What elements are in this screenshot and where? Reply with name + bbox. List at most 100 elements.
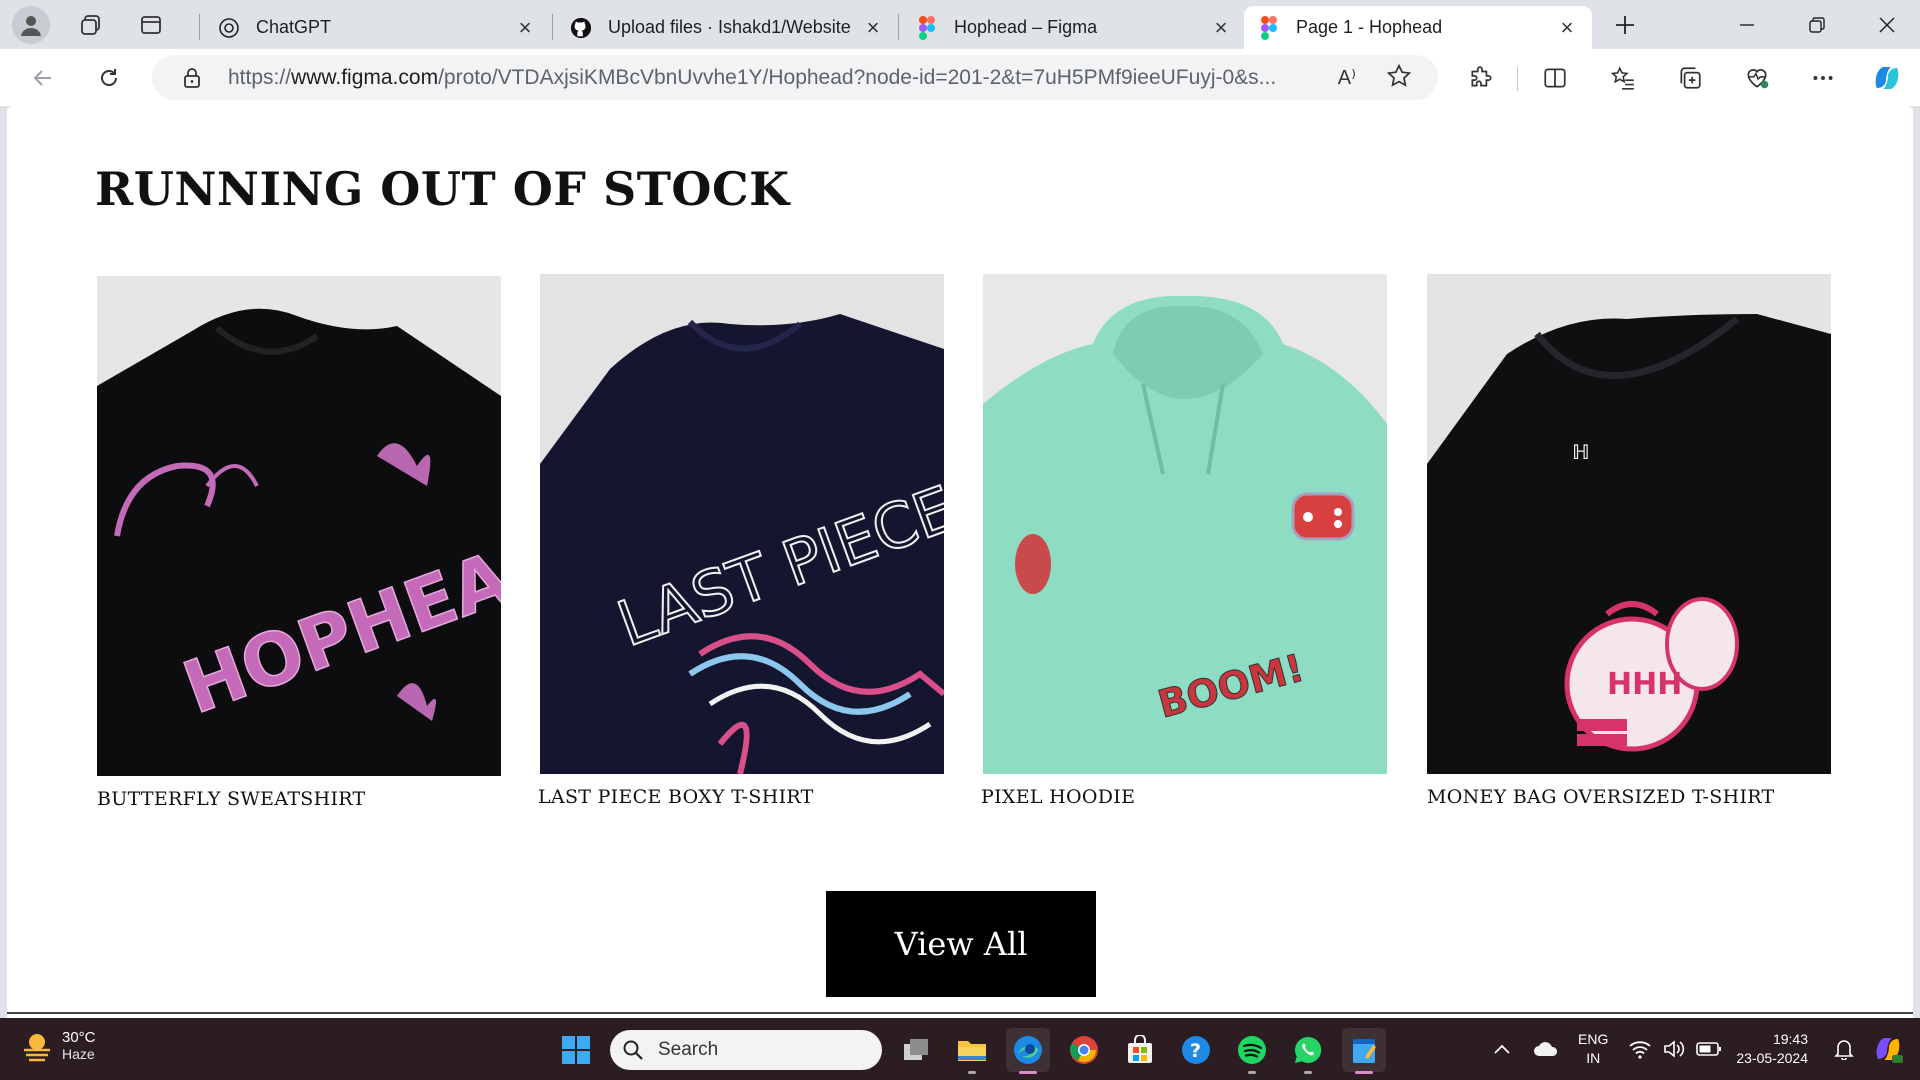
- clock[interactable]: 19:43 23-05-2024: [1736, 1030, 1808, 1068]
- svg-text:?: ?: [1190, 1040, 1201, 1062]
- volume-icon: [1664, 1040, 1685, 1058]
- minimize-button[interactable]: [1720, 6, 1774, 44]
- section-title: RUNNING OUT OF STOCK: [95, 162, 790, 216]
- product-card[interactable]: ℍ HHH MONEY BAG OVERSIZED T-SHIRT: [1427, 274, 1831, 808]
- language-indicator[interactable]: ENG IN: [1578, 1030, 1608, 1068]
- start-button[interactable]: [554, 1028, 598, 1072]
- chrome-button[interactable]: [1062, 1028, 1106, 1072]
- tab-github[interactable]: Upload files · Ishakd1/Website ×: [556, 6, 898, 49]
- read-aloud-icon[interactable]: A⁾: [1338, 65, 1356, 90]
- tab-title: Upload files · Ishakd1/Website: [608, 17, 851, 37]
- url-domain: www.figma.com: [291, 65, 439, 89]
- product-card[interactable]: BOOM! PIXEL HOODIE: [981, 274, 1387, 808]
- profile-icon: [21, 16, 41, 36]
- spotify-button[interactable]: [1230, 1028, 1274, 1074]
- restore-icon: [1809, 17, 1825, 33]
- notepad-icon: [1353, 1039, 1376, 1063]
- split-screen-button[interactable]: [1536, 59, 1574, 97]
- tab-chatgpt[interactable]: ChatGPT ×: [204, 6, 550, 49]
- task-view-button[interactable]: [894, 1028, 938, 1072]
- product-name[interactable]: PIXEL HOODIE: [981, 786, 1387, 808]
- close-icon[interactable]: ×: [862, 16, 884, 39]
- product-image-money-bag-oversized-tshirt[interactable]: ℍ HHH: [1427, 274, 1831, 774]
- favorite-star-icon[interactable]: [1386, 63, 1412, 94]
- product-image-last-piece-boxy-tshirt[interactable]: LAST PIECE: [540, 274, 944, 774]
- copilot-icon: [1875, 67, 1899, 89]
- tab-separator: [552, 14, 553, 40]
- url-prefix: https://: [228, 65, 292, 89]
- product-image-butterfly-sweatshirt[interactable]: HOPHEAD: [97, 276, 501, 776]
- close-icon[interactable]: ×: [514, 16, 536, 39]
- search-icon: [623, 1040, 643, 1060]
- battery-icon: [1696, 1042, 1722, 1056]
- tab-title: ChatGPT: [256, 17, 332, 37]
- windows-taskbar: 30°C Haze Search ? ENG IN 19:43 23-05-20…: [0, 1018, 1920, 1080]
- quick-settings-button[interactable]: [1628, 1039, 1722, 1059]
- taskbar-search-box[interactable]: Search: [610, 1030, 882, 1070]
- microsoft-store-button[interactable]: [1118, 1028, 1162, 1072]
- product-card[interactable]: LAST PIECE LAST PIECE BOXY T-SHIRT: [538, 274, 944, 808]
- product-name[interactable]: LAST PIECE BOXY T-SHIRT: [538, 786, 944, 808]
- notifications-button[interactable]: [1822, 1027, 1866, 1071]
- onedrive-button[interactable]: [1524, 1027, 1568, 1071]
- settings-more-button[interactable]: [1804, 59, 1842, 97]
- browser-toolbar: https://www.figma.com/proto/VTDAxjsiKMBc…: [0, 49, 1920, 106]
- divider-line: [7, 1012, 1913, 1014]
- close-icon: [1879, 17, 1895, 33]
- cloud-icon: [1534, 1042, 1558, 1056]
- favorites-button[interactable]: [1604, 59, 1642, 97]
- minimize-icon: [1740, 24, 1754, 26]
- back-button[interactable]: [24, 59, 62, 97]
- product-name[interactable]: BUTTERFLY SWEATSHIRT: [97, 788, 501, 810]
- split-screen-icon: [1544, 68, 1566, 88]
- copilot-button[interactable]: [1868, 59, 1906, 97]
- browser-tab-strip: ChatGPT × Upload files · Ishakd1/Website…: [0, 0, 1920, 49]
- puzzle-icon: [1471, 66, 1492, 87]
- weather-widget[interactable]: 30°C Haze: [20, 1028, 96, 1062]
- copilot-taskbar-button[interactable]: [1866, 1027, 1910, 1071]
- clock-date: 23-05-2024: [1736, 1050, 1808, 1066]
- url-text[interactable]: https://www.figma.com/proto/VTDAxjsiKMBc…: [228, 66, 1308, 90]
- lock-icon[interactable]: [180, 67, 204, 89]
- tab-actions-button[interactable]: [132, 6, 170, 44]
- vertical-tabs-icon: [141, 16, 161, 34]
- collections-button[interactable]: [1671, 59, 1709, 97]
- edge-browser-button[interactable]: [1006, 1028, 1050, 1074]
- new-tab-button[interactable]: [1598, 6, 1652, 44]
- tab-hophead-figma[interactable]: Hophead – Figma ×: [902, 6, 1246, 49]
- figma-icon: [1258, 15, 1280, 40]
- browser-essentials-button[interactable]: [1738, 59, 1776, 97]
- whatsapp-button[interactable]: [1286, 1028, 1330, 1074]
- product-image-pixel-hoodie[interactable]: BOOM!: [983, 274, 1387, 774]
- toolbar-divider: [1517, 67, 1518, 91]
- tab-page1-hophead[interactable]: Page 1 - Hophead ×: [1244, 6, 1592, 49]
- profile-avatar[interactable]: [12, 6, 50, 44]
- chevron-up-icon: [1494, 1044, 1510, 1054]
- restore-button[interactable]: [1790, 6, 1844, 44]
- refresh-icon: [101, 69, 117, 86]
- product-name[interactable]: MONEY BAG OVERSIZED T-SHIRT: [1427, 786, 1831, 808]
- weather-condition: Haze: [62, 1045, 95, 1062]
- address-bar[interactable]: https://www.figma.com/proto/VTDAxjsiKMBc…: [152, 55, 1438, 100]
- tab-separator: [898, 14, 899, 40]
- plus-icon: [1616, 16, 1634, 34]
- refresh-button[interactable]: [90, 59, 128, 97]
- collections-icon: [1680, 67, 1701, 89]
- show-hidden-icons-button[interactable]: [1480, 1027, 1524, 1071]
- workspaces-button[interactable]: [72, 6, 110, 44]
- task-view-icon: [904, 1039, 928, 1060]
- svg-text:ℍ: ℍ: [1572, 440, 1590, 464]
- close-window-button[interactable]: [1860, 6, 1914, 44]
- notepad-button[interactable]: [1342, 1028, 1386, 1074]
- store-bag-icon: [1128, 1035, 1152, 1063]
- close-icon[interactable]: ×: [1210, 16, 1232, 39]
- favorites-list-icon: [1610, 66, 1634, 90]
- region-code: IN: [1586, 1050, 1601, 1066]
- view-all-button[interactable]: View All: [826, 891, 1096, 997]
- url-path: /proto/VTDAxjsiKMBcVbnUvvhe1Y/Hophead?no…: [438, 65, 1277, 89]
- get-help-button[interactable]: ?: [1174, 1028, 1218, 1072]
- close-icon[interactable]: ×: [1556, 16, 1578, 39]
- product-card[interactable]: HOPHEAD BUTTERFLY SWEATSHIRT: [97, 276, 501, 810]
- file-explorer-button[interactable]: [950, 1028, 994, 1074]
- extensions-button[interactable]: [1462, 59, 1500, 97]
